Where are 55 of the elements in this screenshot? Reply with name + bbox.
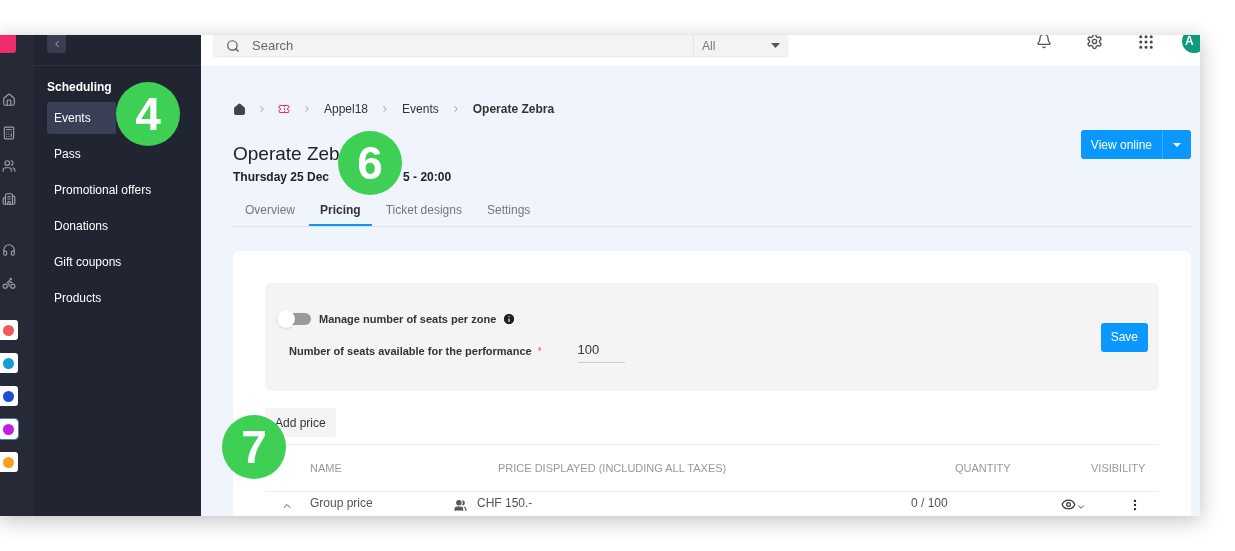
- group-icon: [454, 499, 467, 512]
- search-icon: [226, 38, 240, 53]
- home-icon[interactable]: [233, 102, 246, 116]
- sidebar-heading: Scheduling: [47, 79, 113, 96]
- bike-icon[interactable]: [2, 276, 16, 290]
- info-icon[interactable]: [502, 312, 517, 327]
- separator-icon: [257, 104, 267, 114]
- breadcrumb-item: Operate Zebra: [472, 101, 555, 118]
- visibility-icon[interactable]: [1061, 497, 1076, 512]
- breadcrumb-item[interactable]: Events: [402, 100, 439, 118]
- settings-icon[interactable]: [1086, 35, 1103, 50]
- tab[interactable]: Settings: [475, 196, 542, 226]
- app-icon[interactable]: [0, 320, 18, 340]
- avatar[interactable]: A: [1182, 35, 1200, 53]
- toggle-label: Manage number of seats per zone: [319, 312, 497, 327]
- seats-toggle[interactable]: [277, 313, 311, 326]
- column-header: PRICE DISPLAYED (INCLUDING ALL TAXES): [498, 460, 728, 476]
- event-title: Operate Zeb: [233, 142, 340, 166]
- caret-icon: [771, 43, 780, 48]
- field-label: Number of seats available for the performance: [289, 344, 532, 359]
- column-header: NAME: [310, 460, 343, 476]
- tab[interactable]: Ticket designs: [374, 196, 473, 226]
- sidebar-item[interactable]: Gift coupons: [47, 246, 188, 278]
- sidebar-item[interactable]: Products: [47, 282, 188, 314]
- caret-icon[interactable]: [1076, 502, 1086, 512]
- headset-icon[interactable]: [2, 243, 16, 257]
- home-icon[interactable]: [2, 93, 16, 107]
- users-icon[interactable]: [2, 159, 16, 173]
- event-time: 5 - 20:00: [403, 169, 452, 186]
- ticket-icon[interactable]: [278, 103, 290, 115]
- apps-grid-icon[interactable]: [1137, 35, 1155, 51]
- column-header: VISIBILITY: [1091, 460, 1147, 476]
- column-header: QUANTITY: [955, 460, 1012, 476]
- app-icon[interactable]: [0, 353, 18, 373]
- app-icon[interactable]: [0, 419, 18, 439]
- caret-icon: [1173, 142, 1181, 147]
- sidebar-item[interactable]: Promotional offers: [47, 174, 188, 206]
- breadcrumb-item[interactable]: Appel18: [324, 100, 369, 118]
- building-icon[interactable]: [2, 192, 16, 206]
- required-mark: *: [537, 344, 542, 359]
- separator-icon: [302, 104, 312, 114]
- tab[interactable]: Pricing: [309, 196, 372, 226]
- search-field[interactable]: Search All: [213, 35, 788, 56]
- sidebar-item[interactable]: Donations: [47, 210, 188, 242]
- seats-input[interactable]: 100: [577, 339, 625, 363]
- table-cell-text: Group price: [310, 495, 374, 512]
- tab[interactable]: Overview: [234, 196, 306, 226]
- table-cell-text: CHF 150.-: [477, 495, 534, 512]
- event-date: Thursday 25 Dec: [233, 169, 330, 186]
- scope-select[interactable]: All: [693, 35, 788, 56]
- notification-icon[interactable]: [1036, 35, 1052, 49]
- app-icon[interactable]: [0, 386, 18, 406]
- calculator-icon[interactable]: [2, 126, 16, 140]
- sidebar-item[interactable]: Events: [47, 102, 116, 134]
- table-cell-text: 0 / 100: [911, 495, 949, 512]
